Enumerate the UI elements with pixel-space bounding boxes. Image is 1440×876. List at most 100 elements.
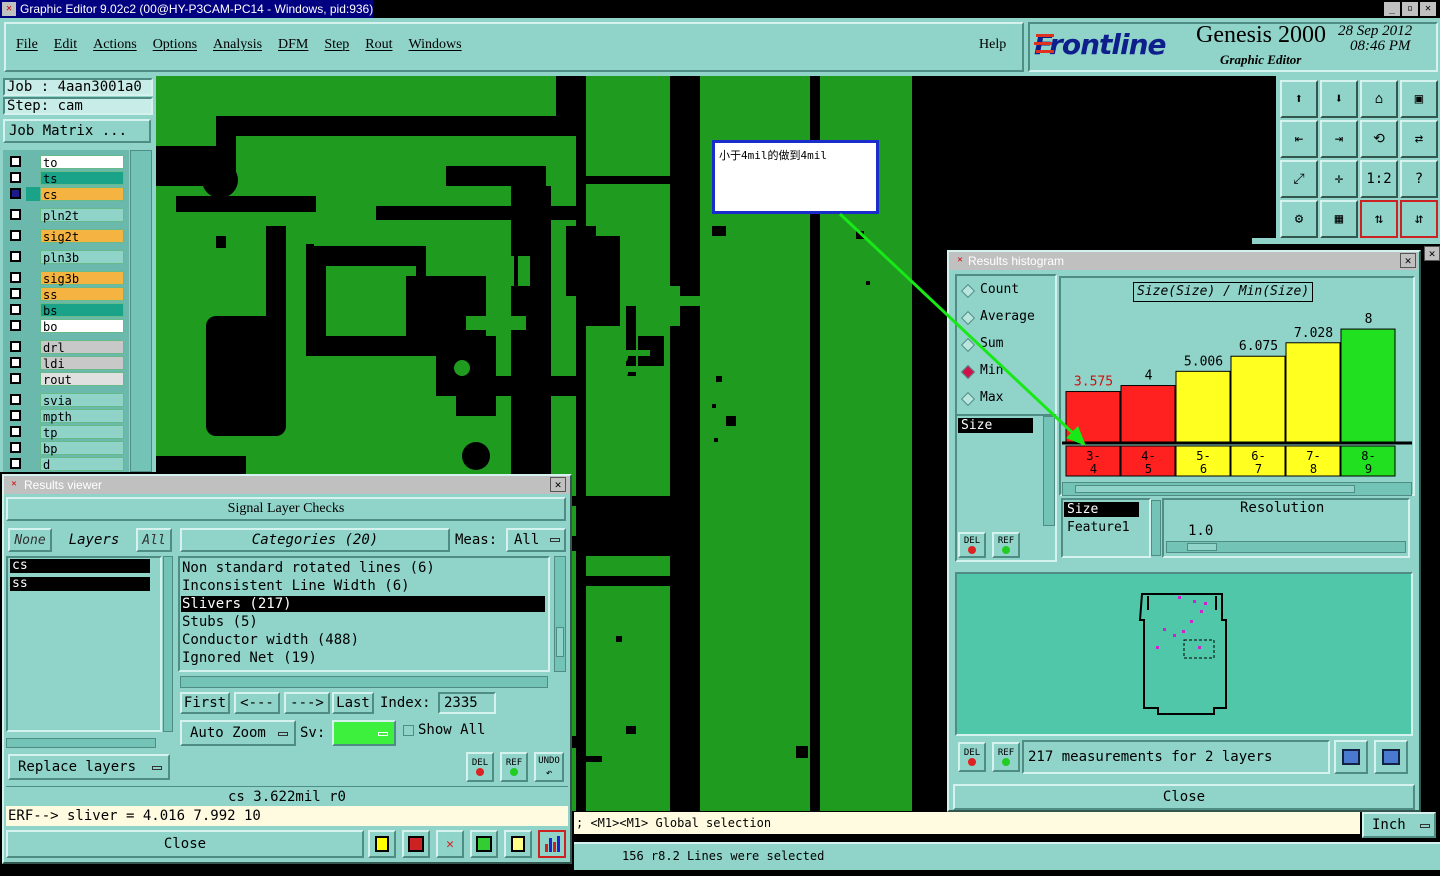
layer-row-ts[interactable]: ts	[8, 171, 124, 186]
layer-checkbox[interactable]	[10, 410, 21, 421]
category-item[interactable]: Stubs (5)	[181, 614, 545, 630]
layer-name[interactable]: pln3b	[40, 250, 124, 265]
layer-checkbox[interactable]	[10, 251, 21, 262]
layer-name[interactable]: ldi	[40, 356, 124, 371]
layer-affected-indicator[interactable]	[26, 340, 40, 354]
category-item[interactable]: Slivers (217)	[181, 596, 545, 612]
feature-item[interactable]: Feature1	[1067, 520, 1130, 535]
sv-color-dropdown[interactable]	[332, 720, 396, 746]
prev-button[interactable]: <---	[234, 692, 280, 714]
menu-step[interactable]: Step	[324, 37, 349, 53]
layer-row-sig2t[interactable]: sig2t	[8, 229, 124, 244]
layer-name[interactable]: rout	[40, 372, 124, 387]
layer-affected-indicator[interactable]	[26, 425, 40, 439]
background-close-icon[interactable]: ✕	[1424, 246, 1440, 261]
mode-label-sum[interactable]: Sum	[980, 336, 1003, 351]
layer-name[interactable]: svia	[40, 393, 124, 408]
layer-checkbox[interactable]	[10, 394, 21, 405]
layer-copy-button[interactable]: ⇵	[1400, 200, 1438, 238]
resolution-slider[interactable]	[1166, 541, 1406, 553]
menu-options[interactable]: Options	[153, 37, 197, 53]
layer-row-to[interactable]: to	[8, 155, 124, 170]
first-button[interactable]: First	[180, 692, 230, 714]
size-item[interactable]: Size	[1064, 502, 1139, 517]
layer-name[interactable]: bp	[40, 441, 124, 456]
menu-file[interactable]: File	[16, 37, 38, 53]
layer-affected-indicator[interactable]	[26, 155, 40, 169]
menu-dfm[interactable]: DFM	[278, 37, 308, 53]
fit-button[interactable]: ⤢	[1280, 160, 1318, 198]
layer-swap-button[interactable]: ⇅	[1360, 200, 1398, 238]
viewer-tool-3[interactable]: ✕	[436, 830, 464, 858]
layer-affected-indicator[interactable]	[26, 229, 40, 243]
layer-affected-indicator[interactable]	[26, 319, 40, 333]
viewer-close-icon[interactable]: ✕	[550, 477, 566, 492]
home-up-button[interactable]: ⬆	[1280, 80, 1318, 118]
histogram-bar[interactable]	[1175, 370, 1231, 443]
layer-row-bo[interactable]: bo	[8, 319, 124, 334]
attribute-scrollbar[interactable]	[1043, 416, 1055, 526]
chart-scroll-thumb[interactable]	[1075, 485, 1355, 493]
layer-checkbox[interactable]	[10, 442, 21, 453]
histogram-bar[interactable]	[1230, 355, 1286, 443]
layout-button[interactable]: ▣	[1400, 80, 1438, 118]
layer-checkbox[interactable]	[10, 458, 21, 469]
viewer-tool-1[interactable]	[368, 830, 396, 858]
viewer-tool-2[interactable]	[402, 830, 430, 858]
category-item[interactable]: Ignored Net (19)	[181, 650, 545, 666]
layer-name[interactable]: sig3b	[40, 271, 124, 286]
result-layer-ss[interactable]: ss	[10, 577, 150, 591]
layer-row-mpth[interactable]: mpth	[8, 409, 124, 424]
layer-row-bs[interactable]: bs	[8, 303, 124, 318]
layer-affected-indicator[interactable]	[26, 303, 40, 317]
layer-affected-indicator[interactable]	[26, 187, 40, 201]
layer-row-bp[interactable]: bp	[8, 441, 124, 456]
layer-affected-indicator[interactable]	[26, 372, 40, 386]
replace-layers-dropdown[interactable]: Replace layers	[8, 754, 170, 780]
center-button[interactable]: ✛	[1320, 160, 1358, 198]
histogram-bar[interactable]	[1120, 385, 1176, 443]
layer-affected-indicator[interactable]	[26, 271, 40, 285]
units-dropdown[interactable]: Inch	[1362, 812, 1436, 838]
layer-row-d[interactable]: d	[8, 457, 124, 472]
layer-checkbox[interactable]	[10, 357, 21, 368]
layer-name[interactable]: bs	[40, 303, 124, 318]
categories-hscroll[interactable]	[180, 676, 548, 688]
tools-button[interactable]: ⚙	[1280, 200, 1318, 238]
preview-del-button[interactable]: DEL	[958, 742, 986, 772]
layer-list-vscroll[interactable]	[163, 556, 173, 732]
layer-affected-indicator[interactable]	[26, 457, 40, 471]
layer-row-pln2t[interactable]: pln2t	[8, 208, 124, 223]
histogram-close-button[interactable]: Close	[953, 784, 1415, 810]
maximize-icon[interactable]: ▫	[1402, 2, 1418, 16]
close-icon[interactable]: ✕	[1420, 2, 1436, 16]
menu-windows[interactable]: Windows	[409, 37, 462, 53]
note-box[interactable]: 小于4mil的做到4mil	[712, 140, 879, 214]
report-chart-button[interactable]	[1334, 740, 1368, 774]
layer-checkbox[interactable]	[10, 373, 21, 384]
layer-list-hscroll[interactable]	[6, 738, 156, 748]
layer-checkbox[interactable]	[10, 320, 21, 331]
layer-name[interactable]: ss	[40, 287, 124, 302]
home-button[interactable]: ⌂	[1360, 80, 1398, 118]
layer-checkbox[interactable]	[10, 304, 21, 315]
layer-name[interactable]: mpth	[40, 409, 124, 424]
mode-label-max[interactable]: Max	[980, 390, 1003, 405]
minimize-icon[interactable]: _	[1384, 2, 1400, 16]
mirror-button[interactable]: ⇄	[1400, 120, 1438, 158]
home-down-button[interactable]: ⬇	[1320, 80, 1358, 118]
layer-row-sig3b[interactable]: sig3b	[8, 271, 124, 286]
layer-affected-indicator[interactable]	[26, 393, 40, 407]
layer-list-scrollbar[interactable]	[130, 150, 152, 472]
move-left-button[interactable]: ⇤	[1280, 120, 1318, 158]
show-all-checkbox[interactable]	[403, 725, 414, 736]
mode-label-min[interactable]: Min	[980, 363, 1003, 378]
mode-label-average[interactable]: Average	[980, 309, 1035, 324]
category-item[interactable]: Non standard rotated lines (6)	[181, 560, 545, 576]
all-button[interactable]: All	[136, 528, 172, 552]
layer-name[interactable]: tp	[40, 425, 124, 440]
hist-del-button[interactable]: DEL	[958, 532, 986, 558]
attribute-size-item[interactable]: Size	[958, 418, 1033, 433]
none-button[interactable]: None	[8, 528, 52, 552]
categories-header[interactable]: Categories (20)	[180, 528, 450, 552]
